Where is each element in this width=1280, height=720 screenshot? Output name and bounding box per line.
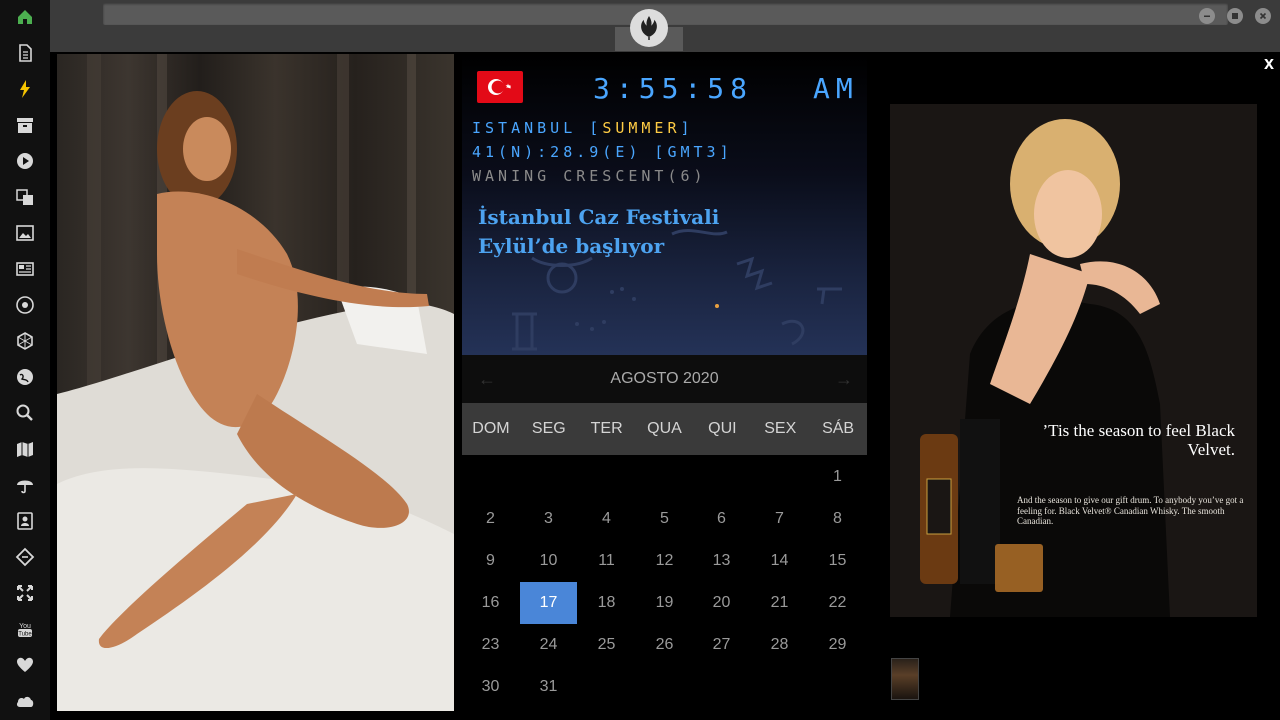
contact-icon[interactable]	[14, 510, 36, 532]
document-icon[interactable]	[14, 42, 36, 64]
search-icon[interactable]	[14, 402, 36, 424]
day-cell[interactable]: 22	[809, 582, 866, 624]
minimize-button[interactable]	[1199, 8, 1215, 24]
day-cell[interactable]: 5	[636, 498, 693, 540]
clock-time: 3:55:58	[593, 72, 754, 105]
clock-widget: 3:55:58 AM ISTANBUL [SUMMER] 41(N):28.9(…	[462, 54, 867, 355]
newspaper-icon[interactable]	[14, 258, 36, 280]
day-cell[interactable]: 13	[693, 540, 750, 582]
coordinates-line: 41(N):28.9(E) [GMT3]	[472, 143, 733, 161]
ad-thumbnail[interactable]	[891, 658, 919, 700]
day-cell[interactable]: 19	[636, 582, 693, 624]
day-cell[interactable]: 25	[578, 624, 635, 666]
translate-icon[interactable]	[14, 186, 36, 208]
svg-text:You: You	[19, 623, 31, 630]
left-photo	[57, 54, 454, 711]
city-line-end: ]	[680, 119, 694, 137]
day-cell[interactable]: 4	[578, 498, 635, 540]
day-cell[interactable]: 6	[693, 498, 750, 540]
day-cell[interactable]: 31	[520, 666, 577, 708]
chevron-left-icon[interactable]: ←	[477, 369, 497, 389]
day-cell[interactable]: 23	[462, 624, 519, 666]
day-cell[interactable]: 1	[809, 456, 866, 498]
svg-text:Tube: Tube	[18, 632, 32, 638]
minimize-icon	[1204, 15, 1210, 17]
day-cell[interactable]: 10	[520, 540, 577, 582]
weekday-label: SEX	[764, 420, 797, 437]
day-cell[interactable]: 14	[751, 540, 808, 582]
day-cell[interactable]: 15	[809, 540, 866, 582]
day-cell[interactable]: 28	[751, 624, 808, 666]
day-grid: 1 2 3 4 5 6 7 8 9 10 11 12 13 14 15 16 17 18 19 20 21 22 23 24 2…	[462, 456, 867, 711]
day-cell[interactable]: 8	[809, 498, 866, 540]
day-cell[interactable]: 20	[693, 582, 750, 624]
maximize-button[interactable]	[1227, 8, 1243, 24]
sidebar: You Tube	[0, 0, 50, 720]
day-cell[interactable]: 26	[636, 624, 693, 666]
day-cell[interactable]: 30	[462, 666, 519, 708]
ad-image[interactable]: ’Tis the season to feel Black Velvet. An…	[890, 104, 1257, 617]
map-icon[interactable]	[14, 438, 36, 460]
clock-ampm: AM	[813, 72, 859, 105]
season-label: SUMMER	[602, 119, 681, 137]
archive-icon[interactable]	[14, 114, 36, 136]
close-icon	[1259, 12, 1267, 20]
day-cell[interactable]: 21	[751, 582, 808, 624]
day-cell[interactable]: 3	[520, 498, 577, 540]
rebel-emblem-icon[interactable]	[630, 9, 668, 47]
day-cell[interactable]: 18	[578, 582, 635, 624]
day-cell[interactable]: 24	[520, 624, 577, 666]
day-cell[interactable]: 11	[578, 540, 635, 582]
calendar: ← AGOSTO 2020 → DOM SEG TER QUA QUI SEX SÁB 12…	[462, 355, 867, 711]
day-cell[interactable]: 12	[636, 540, 693, 582]
umbrella-icon[interactable]	[14, 474, 36, 496]
weekday-row: DOM SEG TER QUA QUI SEX SÁB	[462, 403, 867, 455]
month-label: AGOSTO 2020	[610, 370, 719, 387]
close-window-button[interactable]	[1255, 8, 1271, 24]
play-icon[interactable]	[14, 150, 36, 172]
selected-day-cell[interactable]: 17	[520, 582, 577, 624]
weekday-label: QUI	[708, 420, 737, 437]
maximize-icon	[1232, 13, 1238, 19]
news-headline[interactable]: İstanbul Caz Festivali Eylül’de başlıyor	[478, 203, 798, 261]
city-name: ISTANBUL [	[472, 119, 603, 137]
close-ad-button[interactable]: x	[1261, 54, 1277, 72]
heart-icon[interactable]	[14, 654, 36, 676]
day-cell[interactable]: 2	[462, 498, 519, 540]
ad-body-text: And the season to give our gift drum. To…	[1017, 495, 1244, 526]
image-icon[interactable]	[14, 222, 36, 244]
weekday-label: TER	[590, 420, 623, 437]
turkey-flag-icon	[477, 71, 523, 103]
hexagon-icon[interactable]	[14, 330, 36, 352]
day-cell[interactable]: 27	[693, 624, 750, 666]
weekday-label: QUA	[647, 420, 682, 437]
code-icon[interactable]	[14, 546, 36, 568]
ad-headline: ’Tis the season to feel Black Velvet.	[1042, 421, 1235, 459]
calendar-header: ← AGOSTO 2020 →	[462, 355, 867, 403]
city-line: ISTANBUL [SUMMER]	[472, 119, 694, 137]
day-cell[interactable]: 9	[462, 540, 519, 582]
globe-icon[interactable]	[14, 366, 36, 388]
weekday-label: SÁB	[822, 420, 855, 437]
expand-icon[interactable]	[14, 582, 36, 604]
day-cell[interactable]: 7	[751, 498, 808, 540]
rebel-icon[interactable]	[14, 294, 36, 316]
chevron-right-icon[interactable]: →	[834, 369, 854, 389]
app-window: You Tube 3:55:58 AM ISTANBUL [SUMMER] 41…	[0, 0, 1280, 720]
weekday-label: SEG	[531, 420, 566, 437]
moon-phase-line: WANING CRESCENT(6)	[472, 167, 707, 185]
day-cell[interactable]: 16	[462, 582, 519, 624]
cloud-icon[interactable]	[14, 690, 36, 712]
weekday-label: DOM	[472, 420, 510, 437]
youtube-icon[interactable]: You Tube	[14, 618, 36, 640]
lightning-icon[interactable]	[14, 78, 36, 100]
day-cell[interactable]: 29	[809, 624, 866, 666]
home-icon[interactable]	[14, 6, 36, 28]
